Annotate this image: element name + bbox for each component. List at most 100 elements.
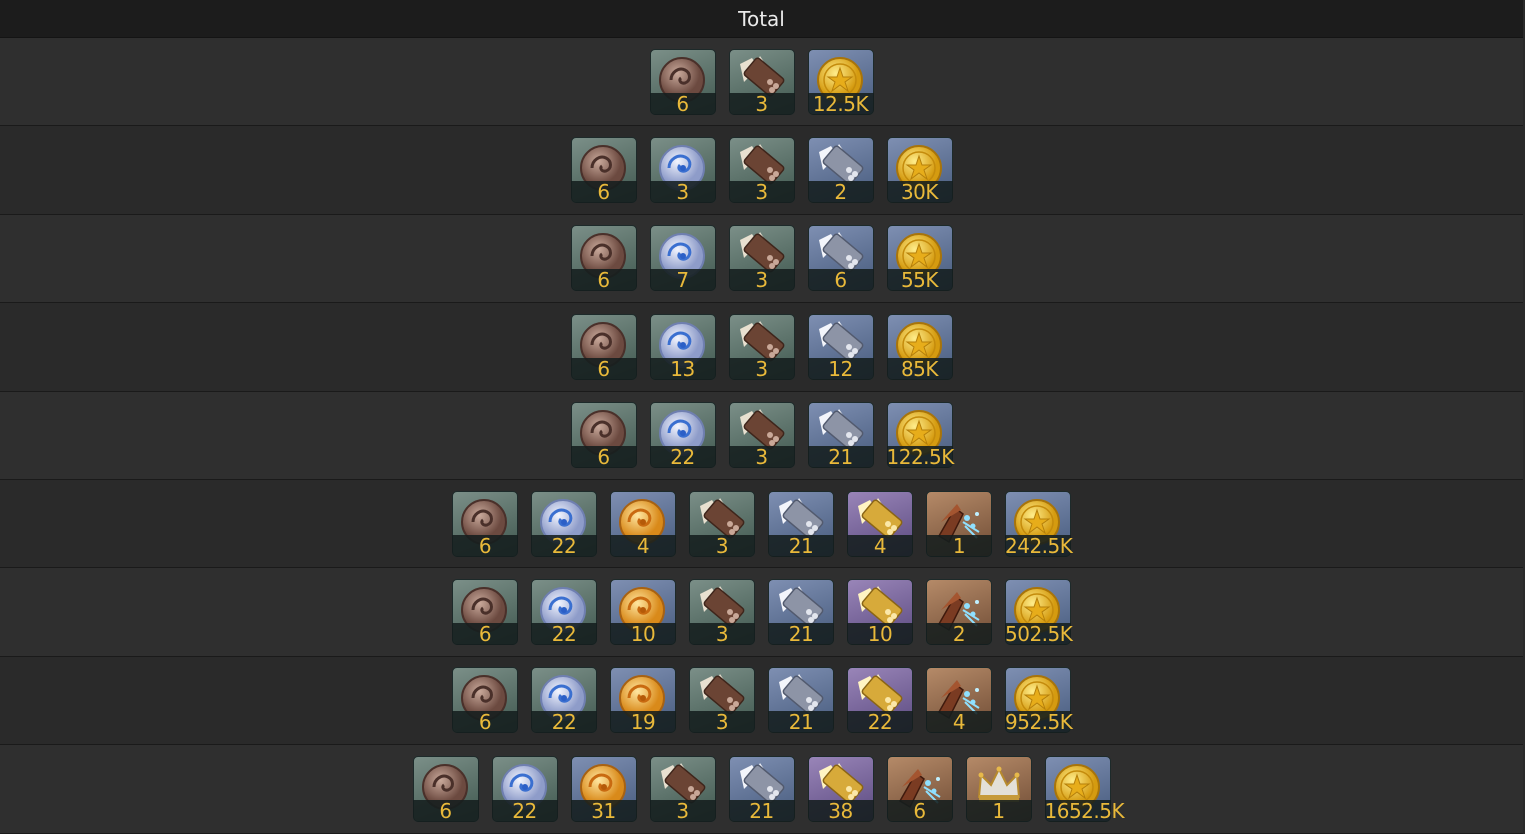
- item-count: 38: [807, 799, 874, 822]
- reward-item: 10: [847, 579, 913, 646]
- reward-items: 6 22 4 3 21 4 1 242.5K: [452, 490, 1073, 558]
- reward-item: 22: [847, 667, 913, 734]
- item-count: 21: [768, 534, 834, 557]
- reward-item: 6: [570, 402, 637, 469]
- reward-item: 22: [531, 579, 597, 646]
- reward-item: 85K: [886, 313, 953, 380]
- reward-row: 6 22 3 21 122.5K: [0, 391, 1523, 480]
- reward-item: 6: [452, 667, 518, 734]
- reward-items: 6 13 3 12 85K: [570, 313, 953, 380]
- item-count: 13: [649, 357, 716, 380]
- item-count: 10: [610, 623, 676, 646]
- reward-item: 952.5K: [1005, 667, 1073, 735]
- item-count: 6: [649, 92, 716, 115]
- table-header: Total: [0, 0, 1523, 38]
- reward-item: 502.5K: [1005, 579, 1073, 647]
- reward-item: 3: [689, 490, 755, 557]
- reward-item: 12.5K: [807, 48, 874, 115]
- reward-row: 6 22 4 3 21 4 1 242.5K: [0, 479, 1523, 569]
- item-count: 22: [847, 711, 913, 734]
- item-count: 4: [926, 711, 992, 734]
- item-count: 3: [649, 181, 716, 204]
- reward-item: 6: [886, 755, 953, 822]
- item-count: 3: [728, 357, 795, 380]
- reward-item: 21: [728, 755, 795, 822]
- reward-row: 6 22 31 3 21 38 6 1 1652.5K: [0, 745, 1523, 834]
- reward-items: 6 22 10 3 21 10 2 502.5K: [452, 579, 1073, 647]
- item-count: 3: [728, 269, 795, 292]
- item-count: 4: [847, 534, 913, 557]
- item-count: 3: [689, 711, 755, 734]
- item-count: 1: [965, 799, 1032, 822]
- item-count: 19: [610, 711, 676, 734]
- reward-items: 6 22 19 3 21 22 4 952.5K: [452, 667, 1073, 735]
- item-count: 6: [570, 357, 637, 380]
- item-count: 2: [926, 623, 992, 646]
- item-count: 3: [728, 446, 795, 469]
- reward-item: 3: [728, 137, 795, 204]
- item-count: 12.5K: [807, 92, 874, 115]
- item-count: 22: [531, 711, 597, 734]
- item-count: 85K: [886, 357, 953, 380]
- item-count: 6: [886, 799, 953, 822]
- reward-row: 6 13 3 12 85K: [0, 303, 1523, 392]
- reward-item: 6: [412, 755, 479, 822]
- reward-item: 3: [728, 402, 795, 469]
- reward-item: 1: [965, 755, 1032, 822]
- reward-item: 3: [728, 313, 795, 380]
- reward-item: 242.5K: [1005, 490, 1073, 558]
- reward-items: 6 22 3 21 122.5K: [570, 402, 954, 469]
- item-count: 22: [649, 446, 716, 469]
- item-count: 21: [728, 799, 795, 822]
- rows-container: 6 3 12.5K 6 3 3 2 30K 6 7 3 6 55K 6 13 3 12 85K 6 22 3 21 122.…: [0, 38, 1523, 834]
- reward-item: 6: [570, 225, 637, 292]
- item-count: 1652.5K: [1044, 798, 1125, 823]
- reward-item: 2: [807, 137, 874, 204]
- item-count: 21: [768, 623, 834, 646]
- reward-item: 3: [728, 48, 795, 115]
- item-count: 22: [491, 799, 558, 822]
- reward-row: 6 22 10 3 21 10 2 502.5K: [0, 568, 1523, 657]
- item-count: 6: [570, 446, 637, 469]
- reward-row: 6 7 3 6 55K: [0, 214, 1523, 304]
- item-count: 21: [807, 446, 874, 469]
- reward-item: 21: [807, 402, 874, 469]
- header-title: Total: [738, 6, 785, 31]
- item-count: 7: [649, 269, 716, 292]
- reward-item: 6: [649, 48, 716, 115]
- item-count: 10: [847, 623, 913, 646]
- item-count: 952.5K: [1005, 710, 1073, 735]
- item-count: 6: [452, 711, 518, 734]
- reward-item: 21: [768, 579, 834, 646]
- reward-item: 38: [807, 755, 874, 822]
- reward-item: 13: [649, 313, 716, 380]
- reward-item: 19: [610, 667, 676, 734]
- reward-item: 6: [570, 137, 637, 204]
- item-count: 55K: [886, 269, 953, 292]
- item-count: 242.5K: [1005, 533, 1073, 558]
- reward-items: 6 3 12.5K: [649, 48, 874, 115]
- reward-item: 3: [689, 579, 755, 646]
- item-count: 22: [531, 534, 597, 557]
- reward-item: 6: [452, 490, 518, 557]
- item-count: 3: [728, 92, 795, 115]
- reward-item: 55K: [886, 225, 953, 292]
- item-count: 502.5K: [1005, 622, 1073, 647]
- reward-item: 3: [689, 667, 755, 734]
- reward-item: 21: [768, 490, 834, 557]
- item-count: 6: [570, 269, 637, 292]
- item-count: 12: [807, 357, 874, 380]
- reward-item: 21: [768, 667, 834, 734]
- reward-row: 6 3 3 2 30K: [0, 126, 1523, 215]
- reward-items: 6 3 3 2 30K: [570, 137, 953, 204]
- reward-item: 22: [531, 667, 597, 734]
- reward-item: 6: [807, 225, 874, 292]
- item-count: 3: [649, 799, 716, 822]
- reward-row: 6 3 12.5K: [0, 38, 1523, 127]
- reward-item: 1: [926, 490, 992, 557]
- reward-item: 4: [847, 490, 913, 557]
- item-count: 6: [452, 534, 518, 557]
- reward-item: 6: [570, 313, 637, 380]
- reward-item: 31: [570, 755, 637, 822]
- reward-row: 6 22 19 3 21 22 4 952.5K: [0, 656, 1523, 746]
